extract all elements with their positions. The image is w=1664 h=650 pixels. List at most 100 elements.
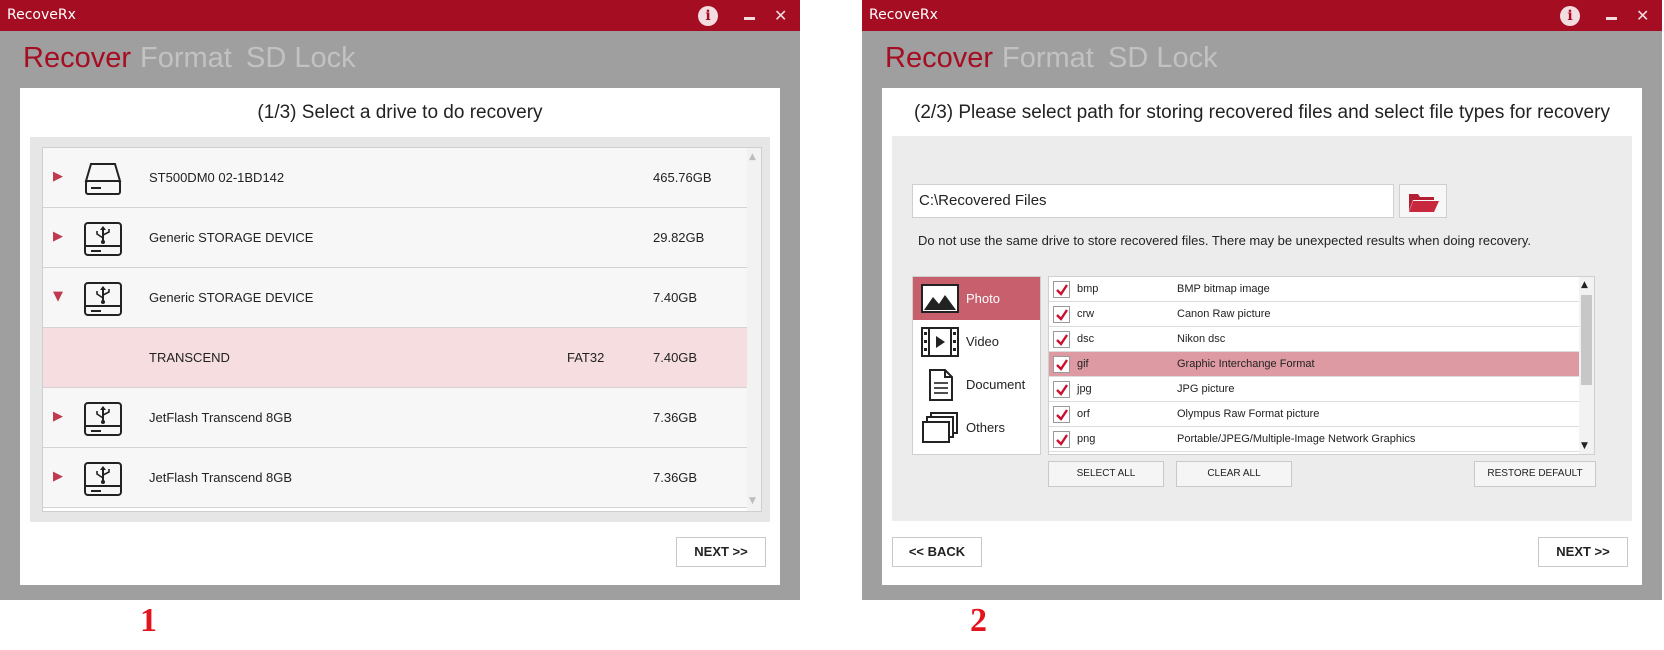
file-type-row[interactable]: crw Canon Raw picture [1049,302,1579,327]
window-title: RecoveRx [7,7,76,23]
file-extension: gif [1077,358,1089,370]
usb-drive-icon [84,222,122,256]
file-type-checkbox[interactable] [1053,431,1070,448]
file-type-row[interactable]: orf Olympus Raw Format picture [1049,402,1579,427]
checkmark-icon [1056,409,1068,421]
file-type-checkbox[interactable] [1053,406,1070,423]
file-type-scrollbar[interactable]: ▲ ▼ [1579,277,1594,454]
close-icon[interactable]: ✕ [1636,6,1649,26]
next-button[interactable]: NEXT >> [1538,537,1628,567]
video-icon [921,327,959,357]
info-icon[interactable]: i [698,6,718,26]
checkmark-icon [1056,309,1068,321]
recoverx-window-step2: RecoveRx i ✕ Recover Format SD Lock (2/3… [862,0,1662,600]
file-extension: orf [1077,408,1090,420]
drive-size: 29.82GB [653,230,705,245]
file-type-checkbox[interactable] [1053,331,1070,348]
select-all-button[interactable]: SELECT ALL [1048,461,1164,487]
partition-row-selected[interactable]: TRANSCEND FAT32 7.40GB [43,328,747,388]
hard-drive-icon [84,163,122,195]
back-button[interactable]: << BACK [892,537,982,567]
scroll-down-icon[interactable]: ▼ [1581,441,1588,451]
scrollbar-thumb[interactable] [1581,295,1592,385]
scroll-down-icon[interactable]: ▼ [749,496,756,506]
close-icon[interactable]: ✕ [774,6,787,26]
category-video[interactable]: Video [913,320,1040,363]
usb-drive-icon [84,402,122,436]
warning-text: Do not use the same drive to store recov… [918,233,1532,248]
clear-all-button[interactable]: CLEAR ALL [1176,461,1292,487]
partition-name: TRANSCEND [149,350,230,365]
drive-row[interactable]: ▶ JetFlash Transcend 8GB 7.36GB [43,388,747,448]
drive-row[interactable]: ▼ Generic STORAGE DEVICE 7.40GB [43,268,747,328]
file-type-row[interactable]: png Portable/JPEG/Multiple-Image Network… [1049,427,1579,452]
tab-recover[interactable]: Recover [23,42,131,75]
category-photo[interactable]: Photo [913,277,1040,320]
file-type-row-selected[interactable]: gif Graphic Interchange Format [1049,352,1579,377]
expand-arrow-icon[interactable]: ▶ [53,410,63,424]
tab-format[interactable]: Format [1002,42,1094,75]
minimize-icon[interactable] [1606,17,1617,20]
restore-default-button[interactable]: RESTORE DEFAULT [1474,461,1596,487]
file-type-checkbox[interactable] [1053,306,1070,323]
tab-recover[interactable]: Recover [885,42,993,75]
file-description: Olympus Raw Format picture [1177,408,1320,420]
category-label: Document [966,377,1026,392]
checkmark-icon [1056,284,1068,296]
recoverx-window-step1: RecoveRx i ✕ Recover Format SD Lock (1/3… [0,0,800,600]
drive-row[interactable]: ▶ JetFlash Transcend 8GB 7.36GB [43,448,747,508]
page-title: (1/3) Select a drive to do recovery [257,102,543,123]
step-label-1: 1 [140,602,157,639]
file-extension: crw [1077,308,1095,320]
drive-name: JetFlash Transcend 8GB [149,410,293,425]
drive-size: 465.76GB [653,170,712,185]
minimize-icon[interactable] [744,17,755,20]
category-document[interactable]: Document [913,363,1040,406]
tab-sd-lock[interactable]: SD Lock [1108,42,1218,75]
options-area: C:\Recovered Files Do not use the same d… [892,136,1632,521]
drive-row[interactable]: ▶ ST500DM0 02-1BD142 465.76GB [43,148,747,208]
category-others[interactable]: Others [913,406,1040,449]
file-type-checkbox[interactable] [1053,356,1070,373]
file-type-row[interactable]: jpg JPG picture [1049,377,1579,402]
category-label: Others [966,420,1006,435]
photo-icon [921,284,959,313]
drive-name: JetFlash Transcend 8GB [149,470,293,485]
window-title: RecoveRx [869,7,938,23]
drive-area: ▶ ST500DM0 02-1BD142 465.76GB ▶ Generic … [30,137,770,522]
scroll-up-icon[interactable]: ▲ [1581,280,1588,290]
expand-arrow-icon[interactable]: ▶ [53,170,63,184]
scroll-up-icon[interactable]: ▲ [749,152,756,162]
usb-drive-icon [84,282,122,316]
save-path-input[interactable]: C:\Recovered Files [912,184,1394,218]
category-label: Video [966,334,1000,349]
browse-folder-button[interactable] [1399,184,1447,218]
folder-open-icon [1409,194,1439,212]
file-description: Graphic Interchange Format [1177,358,1315,370]
file-type-row[interactable]: dsc Nikon dsc [1049,327,1579,352]
drive-size: 7.36GB [653,410,698,425]
info-icon[interactable]: i [1560,6,1580,26]
file-type-checkbox[interactable] [1053,381,1070,398]
drive-size: 7.40GB [653,290,698,305]
drive-row[interactable]: ▶ Generic STORAGE DEVICE 29.82GB [43,208,747,268]
tab-format[interactable]: Format [140,42,232,75]
file-type-row[interactable]: bmp BMP bitmap image [1049,277,1579,302]
expand-arrow-icon[interactable]: ▶ [53,230,63,244]
content-panel: (1/3) Select a drive to do recovery ▶ ST… [20,88,780,585]
checkmark-icon [1056,359,1068,371]
file-type-checkbox[interactable] [1053,281,1070,298]
others-icon [922,412,958,443]
collapse-arrow-icon[interactable]: ▼ [53,290,63,304]
drive-name: ST500DM0 02-1BD142 [149,170,285,185]
next-button[interactable]: NEXT >> [676,537,766,567]
file-description: Nikon dsc [1177,333,1226,345]
expand-arrow-icon[interactable]: ▶ [53,470,63,484]
drive-list-scrollbar[interactable]: ▲ ▼ [747,148,761,511]
drive-name: Generic STORAGE DEVICE [149,290,314,305]
tab-sd-lock[interactable]: SD Lock [246,42,356,75]
drive-name: Generic STORAGE DEVICE [149,230,314,245]
checkmark-icon [1056,384,1068,396]
file-description: Canon Raw picture [1177,308,1271,320]
drive-size: 7.36GB [653,470,698,485]
